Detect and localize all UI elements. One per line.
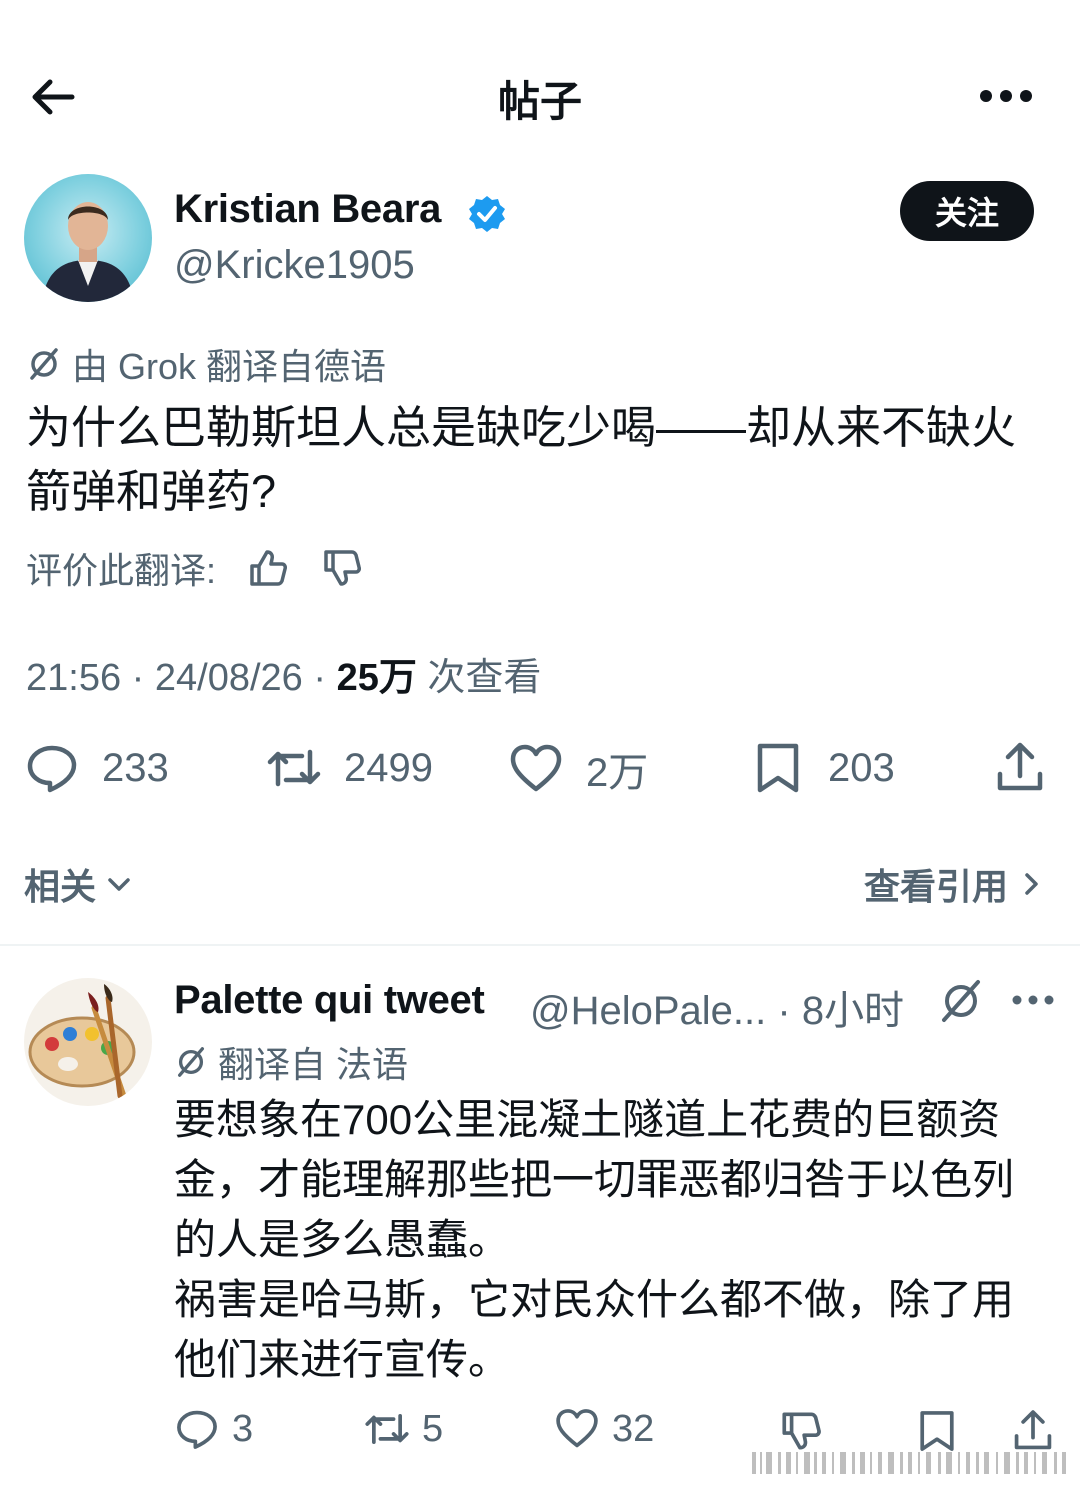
repost-icon	[267, 749, 321, 787]
translation-notice: 由 Grok 翻译自德语	[26, 338, 386, 390]
heart-icon	[510, 744, 562, 792]
grok-icon	[178, 1047, 204, 1077]
reply-translation-notice: 翻译自 法语	[174, 1036, 408, 1088]
view-quotes-link[interactable]: 查看引用	[864, 858, 1046, 910]
post-date: 24/08/26	[154, 657, 303, 699]
like-button[interactable]: 2万	[508, 740, 648, 798]
reply-button[interactable]: 233	[24, 740, 169, 796]
reply-paragraph: 要想象在700公里混凝土隧道上花费的巨额资金，才能理解那些把一切罪恶都归咎于以色…	[174, 1096, 1015, 1263]
comment-icon	[27, 745, 77, 793]
author-handle[interactable]: @Kricke1905	[174, 243, 415, 288]
author-avatar[interactable]	[24, 174, 152, 302]
reply-handle-time[interactable]: @HeloPale... · 8小时	[530, 978, 904, 1036]
repost-button[interactable]: 2499	[266, 740, 433, 796]
share-icon[interactable]	[992, 740, 1048, 796]
follow-button[interactable]: 关注	[900, 181, 1034, 241]
post-time: 21:56	[26, 657, 122, 699]
translation-label: 由 Grok 翻译自德语	[72, 346, 387, 387]
reply-paragraph: 祸害是哈马斯，它对民众什么都不做，除了用他们来进行宣传。	[174, 1276, 1015, 1383]
reply-count: 233	[102, 745, 169, 790]
bookmark-button[interactable]: 203	[750, 740, 895, 796]
reply-more-icon[interactable]	[1010, 990, 1056, 1010]
post-meta: 21:56 · 24/08/26 · 25万 次查看	[26, 657, 542, 699]
reply-text: 要想象在700公里混凝土隧道上花费的巨额资金，才能理解那些把一切罪恶都归咎于以色…	[174, 1090, 1054, 1390]
related-toggle[interactable]: 相关	[24, 858, 134, 910]
thumbs-up-icon[interactable]	[246, 546, 290, 590]
thumbs-down-icon[interactable]	[320, 546, 364, 590]
reply-reply-count: 3	[232, 1407, 254, 1450]
author-name[interactable]: Kristian Beara	[174, 187, 441, 232]
grok-icon[interactable]	[938, 978, 984, 1024]
page-title: 帖子	[497, 78, 582, 125]
verified-badge-icon	[469, 196, 505, 232]
reply-like-button[interactable]: 32	[554, 1406, 654, 1452]
bookmark-icon	[757, 743, 799, 793]
divider	[0, 944, 1080, 946]
reply-avatar[interactable]	[24, 978, 152, 1106]
reply-author-name[interactable]: Palette qui tweet	[174, 978, 485, 1023]
repost-count: 2499	[344, 745, 433, 790]
bookmark-count: 203	[828, 745, 895, 790]
rate-label: 评价此翻译:	[26, 550, 217, 591]
chevron-right-icon	[1025, 873, 1038, 895]
more-icon[interactable]	[976, 86, 1036, 106]
like-count: 2万	[586, 751, 649, 795]
comment-icon	[177, 1410, 217, 1449]
post-text: 为什么巴勒斯坦人总是缺吃少喝——却从来不缺火箭弹和弹药?	[26, 402, 1017, 517]
chevron-down-icon	[108, 878, 130, 891]
views-count: 25万	[336, 657, 417, 699]
reply-repost-count: 5	[422, 1407, 444, 1450]
grok-icon	[30, 348, 58, 380]
reply-reply-button[interactable]: 3	[174, 1406, 253, 1452]
related-label: 相关	[24, 866, 97, 907]
reply-repost-button[interactable]: 5	[364, 1406, 443, 1452]
repost-icon	[365, 1414, 409, 1444]
view-quotes-label: 查看引用	[863, 866, 1008, 907]
reply-like-count: 32	[612, 1407, 655, 1450]
views-label: 次查看	[427, 657, 542, 699]
watermark-barcode-icon	[752, 1452, 1066, 1474]
rate-translation: 评价此翻译:	[26, 542, 364, 594]
reply-translation-label: 翻译自 法语	[218, 1044, 409, 1085]
heart-icon	[556, 1409, 598, 1448]
